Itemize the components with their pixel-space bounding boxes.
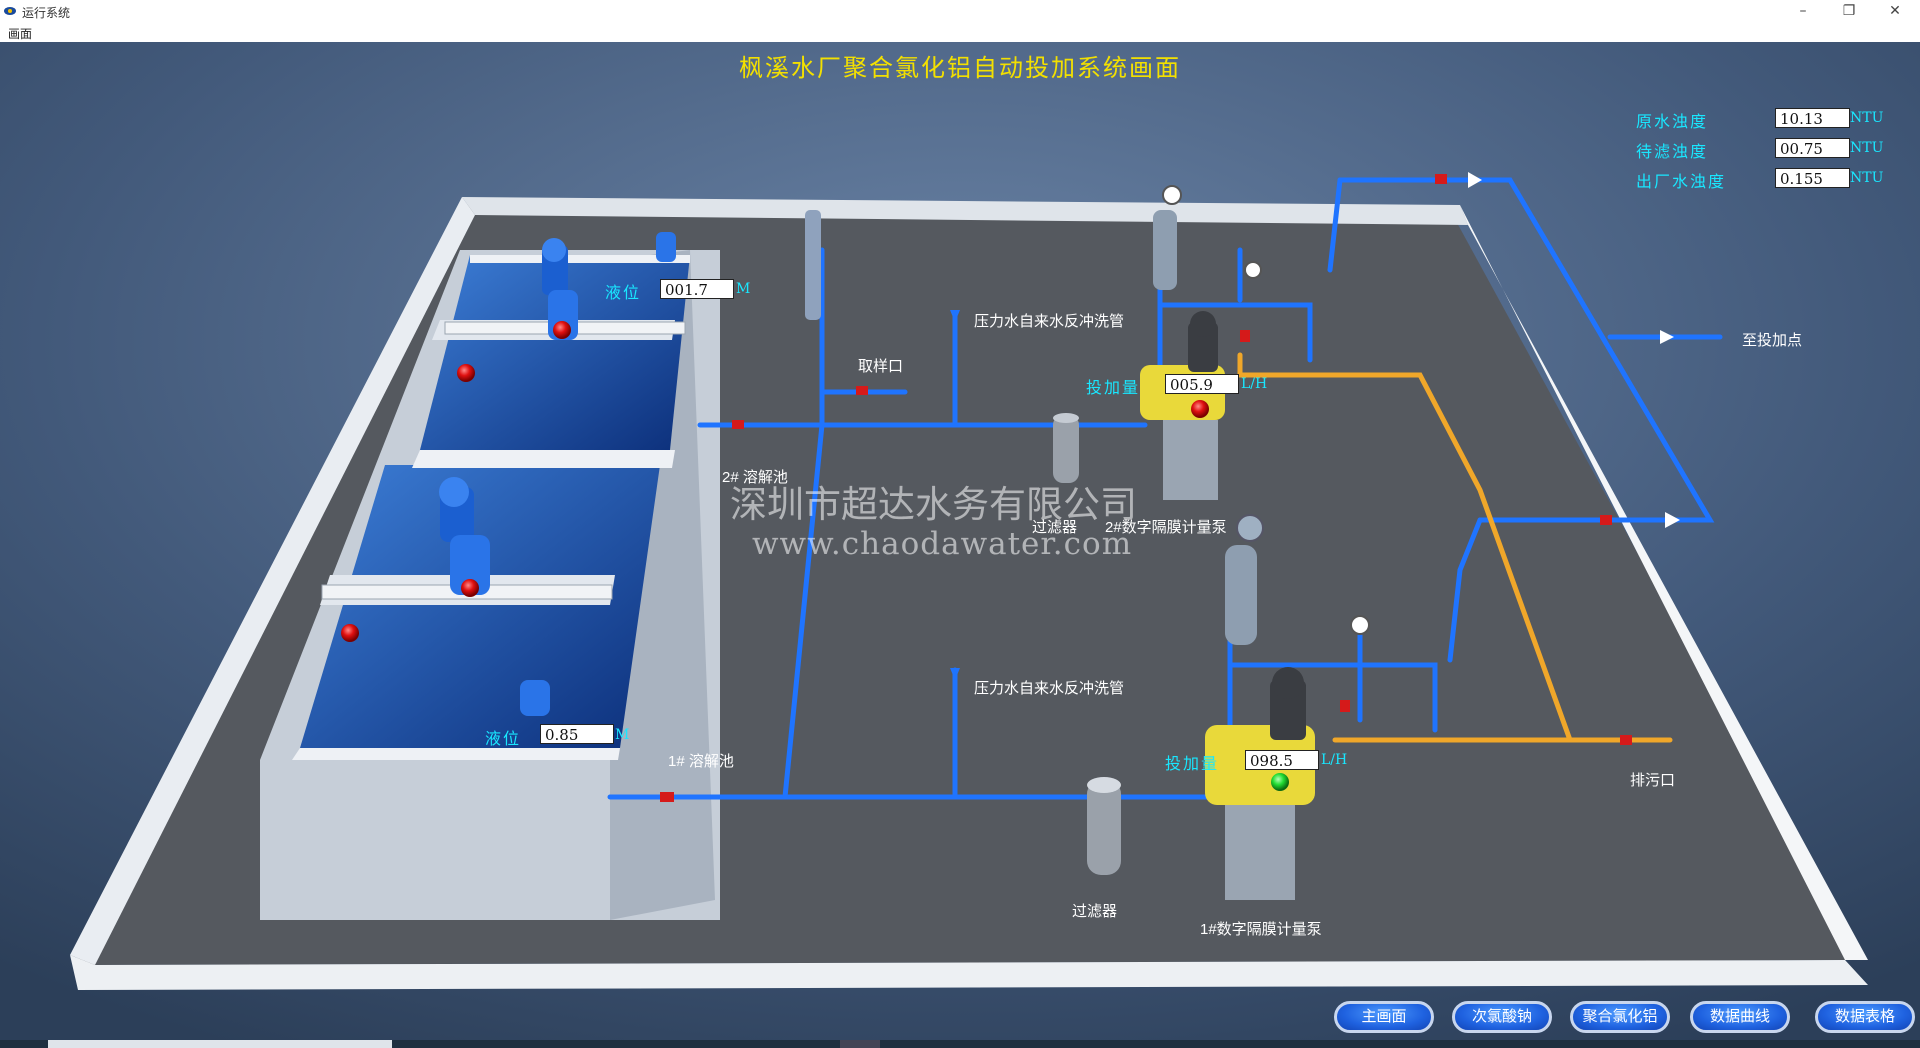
menubar: 画面 [0,22,1920,43]
watermark-company: 深圳市超达水务有限公司 [730,483,1137,526]
tank2-level-label: 液位 [605,283,642,302]
backwash-pipe-label-bottom: 压力水自来水反冲洗管 [974,680,1125,697]
status-lamp-icon [1271,773,1289,791]
pump1-flow-label: 投加量 [1165,754,1220,773]
nav-button-sodium-hypochlorite[interactable]: 次氯酸钠 [1452,1001,1552,1033]
turbidity-value: 00.75 [1775,138,1850,158]
sample-port-label: 取样口 [858,358,904,375]
nav-button-trend[interactable]: 数据曲线 [1690,1001,1790,1033]
window-title: 运行系统 [22,6,71,20]
pump2-flow-unit: L/H [1241,376,1268,392]
pump2-flow-label: 投加量 [1086,378,1141,397]
backwash-pipe-label-top: 压力水自来水反冲洗管 [974,313,1125,330]
restore-button[interactable]: ❐ [1826,0,1872,22]
turbidity-label: 原水浊度 [1636,112,1709,131]
drain-label: 排污口 [1630,772,1676,789]
tank2-level-value: 001.7 [660,279,734,299]
filter-top [1053,413,1079,483]
turbidity-value: 10.13 [1775,108,1850,128]
app-icon [4,7,16,15]
tank1-level-value: 0.85 [540,724,614,744]
filter-label-bottom: 过滤器 [1072,903,1118,920]
close-button[interactable]: ✕ [1872,0,1918,22]
gauge-icon [1244,261,1262,279]
tank1-name: 1# 溶解池 [668,753,734,770]
turbidity-unit: NTU [1850,110,1884,126]
window-titlebar: 运行系统 – ❐ ✕ [0,0,1920,22]
pump1-flow-unit: L/H [1321,752,1348,768]
page-title: 枫溪水厂聚合氯化铝自动投加系统画面 [739,54,1181,82]
menu-item-screen[interactable]: 画面 [8,25,32,42]
status-lamp-icon [1191,400,1209,418]
status-lamp-icon [341,624,359,642]
turbidity-label: 待滤浊度 [1636,142,1709,161]
status-lamp-icon [457,364,475,382]
tank2-level-unit: M [736,281,751,297]
pump1-flow-value: 098.5 [1245,750,1319,770]
tank1-level-unit: M [615,727,630,743]
sample-column [805,210,821,320]
turbidity-value: 0.155 [1775,168,1850,188]
nav-button-main[interactable]: 主画面 [1334,1001,1434,1033]
tank1-level-label: 液位 [485,729,522,748]
minimize-button[interactable]: – [1780,0,1826,22]
nav-button-pac[interactable]: 聚合氯化铝 [1570,1001,1670,1033]
nav-button-table[interactable]: 数据表格 [1815,1001,1915,1033]
to-dosing-point-label: 至投加点 [1742,332,1803,349]
status-lamp-icon [461,579,479,597]
statusbar [0,1040,1920,1048]
pump2-flow-value: 005.9 [1165,374,1239,394]
filter-bottom [1087,777,1121,875]
turbidity-label: 出厂水浊度 [1636,172,1727,191]
pump1-name: 1#数字隔膜计量泵 [1200,921,1322,938]
gauge-icon [1350,615,1370,635]
watermark-url: www.chaodawater.com [752,526,1133,562]
status-lamp-icon [553,321,571,339]
turbidity-unit: NTU [1850,140,1884,156]
turbidity-unit: NTU [1850,170,1884,186]
